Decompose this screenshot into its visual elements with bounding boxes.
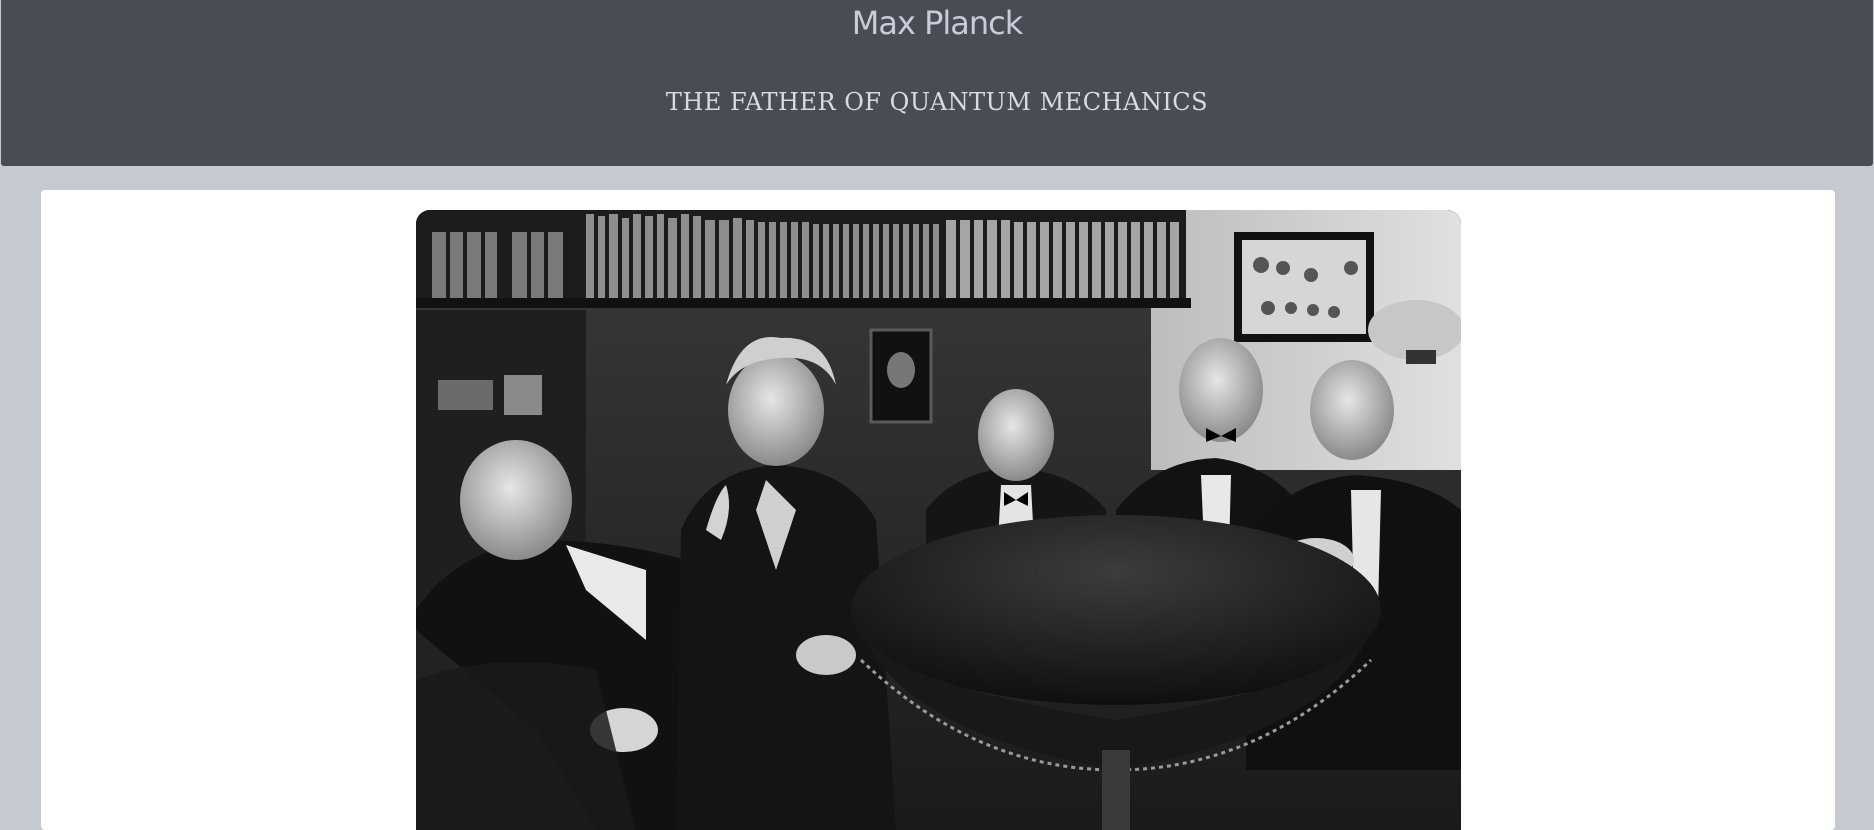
bookshelf [416,210,1191,308]
page-header: Max Planck THE FATHER OF QUANTUM MECHANI… [1,0,1873,166]
page-subtitle: THE FATHER OF QUANTUM MECHANICS [665,88,1209,116]
group-photo [416,210,1461,830]
content-card [41,190,1835,830]
framed-photos [1234,232,1374,342]
page-title: Max Planck [851,4,1024,42]
